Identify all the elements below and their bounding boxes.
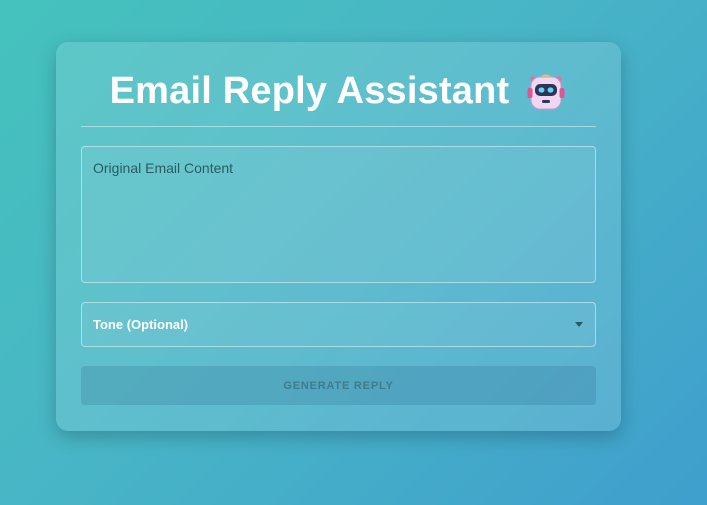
tone-select-label: Tone (Optional) <box>93 317 189 332</box>
robot-icon <box>525 70 567 112</box>
tone-select[interactable]: Tone (Optional) <box>81 302 596 347</box>
dropdown-arrow-icon <box>575 322 583 327</box>
header: Email Reply Assistant <box>56 66 621 116</box>
page-title: Email Reply Assistant <box>109 69 510 112</box>
generate-reply-button[interactable]: GENERATE REPLY <box>81 366 596 405</box>
header-divider <box>81 126 596 127</box>
original-email-input[interactable] <box>81 146 596 283</box>
email-reply-card: Email Reply Assistant Original Email Con… <box>56 42 621 431</box>
